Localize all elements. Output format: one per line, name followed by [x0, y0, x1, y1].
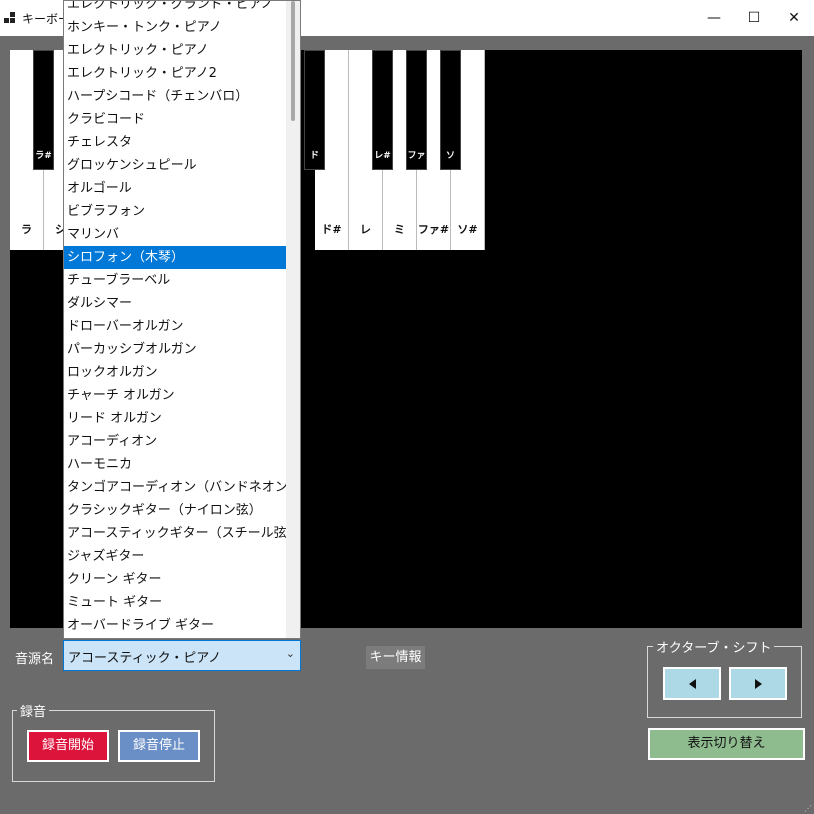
dropdown-option[interactable]: ホンキー・トンク・ピアノ	[64, 16, 286, 39]
display-toggle-button[interactable]: 表示切り替え	[648, 728, 805, 760]
dropdown-option[interactable]: オーバードライブ ギター	[64, 614, 286, 637]
chevron-down-icon[interactable]: ⌄	[286, 647, 295, 660]
dropdown-option[interactable]: ジャズギター	[64, 545, 286, 568]
dropdown-option[interactable]: チューブラーベル	[64, 269, 286, 292]
black-key[interactable]: レ#	[372, 50, 393, 170]
app-icon	[4, 12, 16, 24]
dropdown-option[interactable]: チェレスタ	[64, 131, 286, 154]
source-combobox[interactable]: アコースティック・ピアノ ⌄	[63, 640, 301, 671]
key-label: ラ	[21, 223, 32, 236]
key-label: ド#	[321, 223, 342, 236]
dropdown-option[interactable]: オルゴール	[64, 177, 286, 200]
resize-grip-icon[interactable]: ⋰	[804, 804, 812, 813]
dropdown-option[interactable]: アコーディオン	[64, 430, 286, 453]
triangle-right-icon	[754, 678, 762, 689]
record-stop-button[interactable]: 録音停止	[118, 730, 200, 762]
source-value: アコースティック・ピアノ	[68, 651, 222, 666]
dropdown-option[interactable]: エレクトリック・ピアノ2	[64, 62, 286, 85]
key-label: レ#	[374, 151, 391, 161]
dropdown-option[interactable]: エレクトリック・ピアノ	[64, 39, 286, 62]
dropdown-option[interactable]: ビブラフォン	[64, 200, 286, 223]
key-label: レ	[360, 223, 371, 236]
key-info-button[interactable]: キー情報	[366, 646, 425, 669]
instrument-dropdown-list[interactable]: エレクトリック・グランド・ピアノ ホンキー・トンク・ピアノ エレクトリック・ピアノエ…	[63, 0, 301, 639]
black-key[interactable]: ラ#	[33, 50, 54, 170]
dropdown-option[interactable]: ハーモニカ	[64, 453, 286, 476]
recording-legend: 録音	[17, 701, 50, 720]
dropdown-option[interactable]: ドローバーオルガン	[64, 315, 286, 338]
octave-down-button[interactable]	[663, 667, 721, 700]
scrollbar-thumb[interactable]	[291, 1, 295, 121]
record-start-button[interactable]: 録音開始	[27, 730, 109, 762]
octave-up-button[interactable]	[729, 667, 787, 700]
maximize-button[interactable]: ☐	[734, 0, 774, 36]
recording-group: 録音 録音開始 録音停止	[12, 701, 215, 782]
key-label: ソ	[445, 151, 455, 161]
dropdown-option[interactable]: パーカッシブオルガン	[64, 338, 286, 361]
dropdown-scrollbar[interactable]	[286, 1, 300, 638]
dropdown-option[interactable]: ロックオルガン	[64, 361, 286, 384]
black-key[interactable]: ソ	[440, 50, 461, 170]
black-key[interactable]: ファ	[406, 50, 427, 170]
dropdown-option[interactable]: マリンバ	[64, 223, 286, 246]
dropdown-option[interactable]: クラシックギター（ナイロン弦）	[64, 499, 286, 522]
black-key[interactable]: ド	[304, 50, 325, 170]
dropdown-option[interactable]: シロフォン（木琴）	[64, 246, 286, 269]
triangle-left-icon	[688, 678, 696, 689]
dropdown-option[interactable]: ミュート ギター	[64, 591, 286, 614]
dropdown-option[interactable]: グロッケンシュピール	[64, 154, 286, 177]
minimize-button[interactable]: —	[694, 0, 734, 36]
dropdown-option[interactable]: ハープシコード（チェンバロ）	[64, 85, 286, 108]
key-label: ソ#	[457, 223, 478, 236]
key-label: ファ#	[417, 223, 450, 236]
dropdown-option[interactable]: クラビコード	[64, 108, 286, 131]
octave-shift-group: オクターブ・シフト	[647, 637, 802, 718]
octave-shift-legend: オクターブ・シフト	[653, 637, 775, 656]
close-button[interactable]: ✕	[774, 0, 814, 36]
dropdown-option[interactable]: アコースティックギター（スチール弦）	[64, 522, 286, 545]
dropdown-option[interactable]: エレクトリック・グランド・ピアノ	[64, 1, 286, 16]
key-label: ファ	[407, 151, 426, 161]
source-label: 音源名	[15, 652, 55, 667]
dropdown-option[interactable]: クリーン ギター	[64, 568, 286, 591]
dropdown-option[interactable]: タンゴアコーディオン（バンドネオン）	[64, 476, 286, 499]
key-label: ド	[309, 151, 319, 161]
key-label: ラ#	[35, 151, 52, 161]
dropdown-option[interactable]: ダルシマー	[64, 292, 286, 315]
dropdown-option[interactable]: リード オルガン	[64, 407, 286, 430]
key-label: ミ	[394, 223, 405, 236]
dropdown-option[interactable]: チャーチ オルガン	[64, 384, 286, 407]
instrument-options: エレクトリック・グランド・ピアノ ホンキー・トンク・ピアノ エレクトリック・ピアノエ…	[64, 1, 286, 637]
